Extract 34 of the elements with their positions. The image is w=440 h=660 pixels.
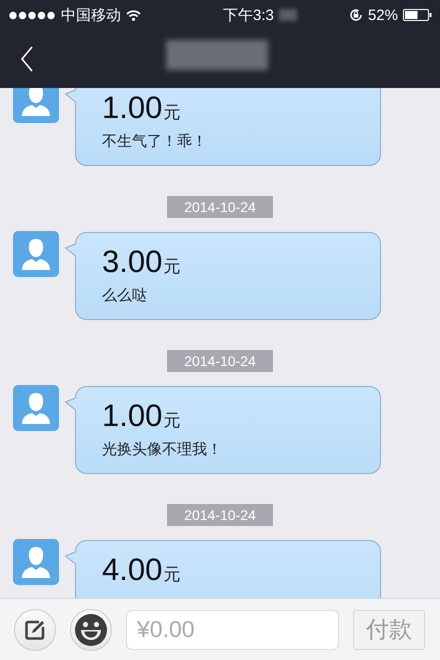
status-time: 下午3:3 [223, 6, 274, 24]
currency-unit: 元 [163, 410, 180, 432]
amount-text: 3.00 [102, 244, 162, 280]
amount-text: 4.00 [102, 552, 162, 588]
amount-text: 1.00 [102, 398, 162, 434]
avatar-icon[interactable] [13, 231, 59, 277]
transfer-bubble[interactable]: 3.00元 么么哒 [65, 232, 380, 320]
signal-icon [9, 10, 56, 20]
edit-button[interactable] [14, 608, 56, 650]
transfer-bubble[interactable]: 4.00元 [65, 540, 380, 598]
edit-icon[interactable] [24, 618, 46, 640]
rotation-lock-icon [348, 8, 363, 22]
battery-percent: 52% [368, 6, 398, 24]
currency-unit: 元 [163, 102, 180, 124]
censor-block [278, 9, 297, 21]
amount-field[interactable]: ¥0.00 [126, 610, 339, 650]
transfer-bubble[interactable]: 1.00元 不生气了！乖！ [65, 88, 380, 166]
wifi-icon [126, 10, 141, 20]
battery-icon [402, 9, 432, 21]
avatar-icon[interactable] [13, 88, 59, 123]
back-icon[interactable] [20, 46, 34, 72]
date-label: 2014-10-24 [167, 504, 273, 526]
transfer-bubble[interactable]: 1.00元 光换头像不理我！ [65, 386, 380, 474]
avatar-icon[interactable] [13, 385, 59, 431]
amount-text: 1.00 [102, 90, 162, 126]
avatar-icon[interactable] [13, 539, 59, 585]
date-label: 2014-10-24 [167, 196, 273, 218]
transfer-note: 光换头像不理我！ [102, 440, 223, 459]
transfer-note: 么么哒 [102, 286, 148, 305]
currency-unit: 元 [163, 256, 180, 278]
date-label: 2014-10-24 [167, 350, 273, 372]
carrier-name: 中国移动 [61, 6, 121, 24]
currency-unit: 元 [163, 564, 180, 586]
transfer-note: 不生气了！乖！ [102, 132, 208, 151]
